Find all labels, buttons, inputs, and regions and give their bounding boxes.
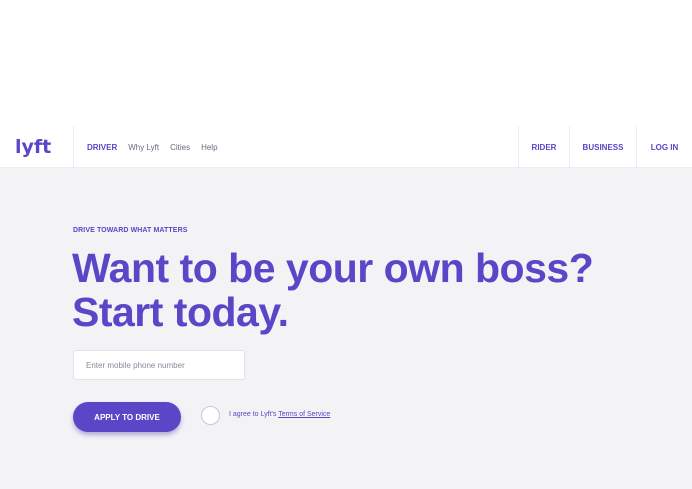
terms-agree-checkbox[interactable] <box>201 406 220 425</box>
apply-to-drive-button[interactable]: APPLY TO DRIVE <box>73 402 181 432</box>
nav-link-rider[interactable]: RIDER <box>518 126 569 168</box>
nav-link-why-lyft[interactable]: Why Lyft <box>128 143 159 152</box>
nav-link-driver[interactable]: DRIVER <box>87 143 117 152</box>
nav-link-help[interactable]: Help <box>201 143 217 152</box>
hero-section: DRIVE TOWARD WHAT MATTERS Want to be you… <box>0 168 692 489</box>
hero-headline: Want to be your own boss? Start today. <box>72 245 594 335</box>
headline-line-1: Want to be your own boss? <box>72 245 594 291</box>
phone-number-input[interactable] <box>73 350 245 380</box>
nav-divider <box>73 126 74 168</box>
nav-left-links: DRIVER Why Lyft Cities Help <box>87 126 218 168</box>
terms-of-service-link[interactable]: Terms of Service <box>278 411 330 418</box>
terms-agree-prefix: I agree to Lyft's <box>229 411 279 418</box>
nav-link-cities[interactable]: Cities <box>170 143 190 152</box>
blank-header-area <box>0 0 692 126</box>
headline-line-2: Start today. <box>72 289 289 335</box>
lyft-logo-icon[interactable]: lyft <box>15 135 51 157</box>
hero-eyebrow: DRIVE TOWARD WHAT MATTERS <box>73 227 188 234</box>
nav-link-log-in[interactable]: LOG IN <box>636 126 692 168</box>
svg-text:lyft: lyft <box>15 136 51 157</box>
nav-link-business[interactable]: BUSINESS <box>569 126 636 168</box>
terms-agree-label: I agree to Lyft's Terms of Service <box>229 411 330 418</box>
nav-right-links: RIDER BUSINESS LOG IN <box>518 126 692 168</box>
top-navigation: lyft DRIVER Why Lyft Cities Help RIDER B… <box>0 126 692 168</box>
